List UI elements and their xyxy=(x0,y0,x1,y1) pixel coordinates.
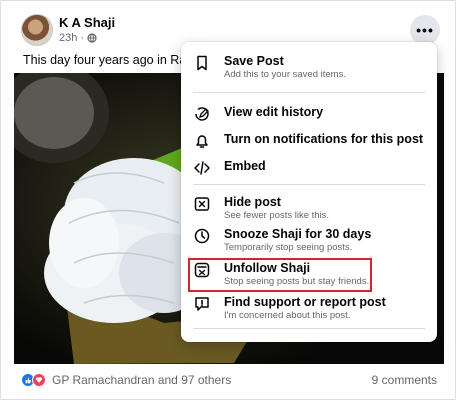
menu-divider xyxy=(193,184,425,185)
post-author[interactable]: K A Shaji xyxy=(59,15,115,30)
clock-icon xyxy=(193,227,211,245)
reactions-count[interactable]: GP Ramachandran and 97 others xyxy=(52,373,231,387)
hide-icon xyxy=(193,195,211,213)
pencil-history-icon xyxy=(193,105,211,123)
post-meta: 23h · xyxy=(59,32,97,44)
bookmark-icon xyxy=(193,54,211,72)
bell-icon xyxy=(193,132,211,150)
menu-item-title: Hide post xyxy=(224,195,281,209)
menu-divider xyxy=(193,328,425,329)
code-icon xyxy=(193,159,211,177)
post-options-menu: Save Post Add this to your saved items. … xyxy=(181,42,437,342)
menu-item-title: Find support or report post xyxy=(224,295,386,309)
report-icon xyxy=(193,295,211,313)
menu-item-find-support[interactable]: Find support or report post I'm concerne… xyxy=(189,295,429,322)
menu-item-subtitle: See fewer posts like this. xyxy=(224,210,330,221)
menu-item-view-edit-history[interactable]: View edit history xyxy=(189,105,429,123)
comments-count[interactable]: 9 comments xyxy=(372,373,437,387)
unfollow-highlight-box xyxy=(188,258,372,292)
avatar[interactable] xyxy=(21,14,53,46)
menu-item-embed[interactable]: Embed xyxy=(189,159,429,177)
menu-item-snooze[interactable]: Snooze Shaji for 30 days Temporarily sto… xyxy=(189,227,429,254)
menu-item-title: Embed xyxy=(224,159,266,173)
post-footer: GP Ramachandran and 97 others 9 comments xyxy=(21,370,437,390)
menu-divider xyxy=(193,92,425,93)
menu-item-title: Snooze Shaji for 30 days xyxy=(224,227,372,241)
menu-item-turn-on-notifications[interactable]: Turn on notifications for this post xyxy=(189,132,429,150)
love-icon xyxy=(32,373,46,387)
menu-item-title: Turn on notifications for this post xyxy=(224,132,424,146)
post-time[interactable]: 23h xyxy=(59,32,77,44)
post-options-button[interactable]: ••• xyxy=(410,15,440,45)
menu-item-subtitle: Temporarily stop seeing posts. xyxy=(224,242,353,253)
menu-item-hide-post[interactable]: Hide post See fewer posts like this. xyxy=(189,195,429,222)
globe-icon xyxy=(87,33,97,43)
menu-item-title: View edit history xyxy=(224,105,324,119)
menu-item-title: Save Post xyxy=(224,54,284,68)
menu-item-subtitle: Add this to your saved items. xyxy=(224,69,346,80)
menu-item-subtitle: I'm concerned about this post. xyxy=(224,310,351,321)
menu-item-save-post[interactable]: Save Post Add this to your saved items. xyxy=(189,54,429,81)
